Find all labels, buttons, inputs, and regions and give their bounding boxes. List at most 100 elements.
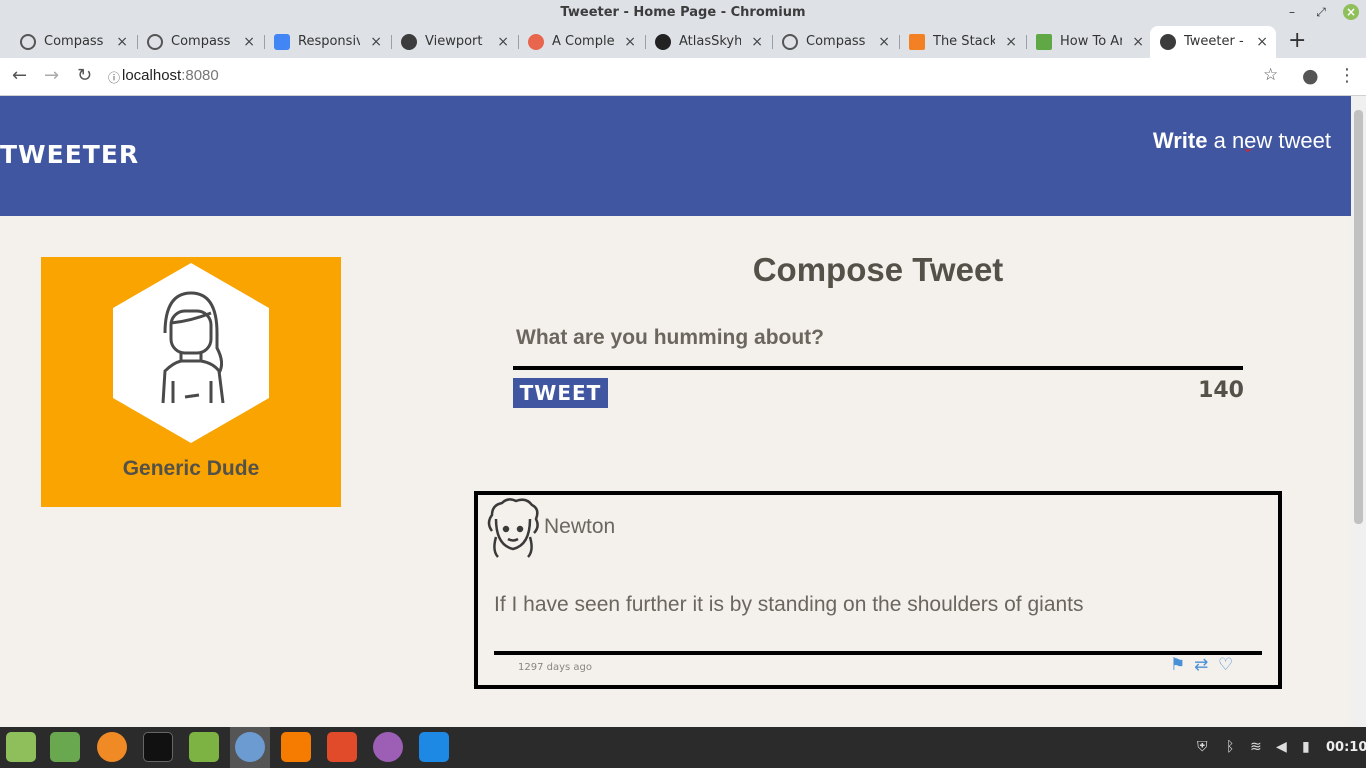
tab-how-to[interactable]: How To Ar ×: [1026, 28, 1152, 56]
tab-viewport[interactable]: Viewport ×: [391, 28, 517, 56]
compose-title: Compose Tweet: [752, 251, 1004, 288]
shield-icon[interactable]: ⛨: [1197, 739, 1208, 755]
window-titlebar: Tweeter - Home Page - Chromium – ⤢ ×: [0, 0, 1366, 26]
write-bold: Write: [1152, 128, 1208, 153]
tab-label: Compass |: [806, 34, 868, 49]
info-icon: ⓘ: [108, 71, 121, 85]
compass-icon: [782, 34, 798, 50]
tab-tweeter[interactable]: Tweeter - ×: [1150, 26, 1276, 58]
menu-kebab-icon[interactable]: ⋮: [1338, 65, 1356, 86]
wifi-icon[interactable]: ≋: [1250, 739, 1262, 755]
user-avatar-icon: [161, 291, 225, 404]
github-icon: [655, 34, 671, 50]
close-tab-icon[interactable]: ×: [116, 28, 128, 56]
tab-responsive[interactable]: Responsive ×: [264, 28, 390, 56]
tab-label: The Stack: [933, 34, 995, 49]
tweet-textarea[interactable]: What are you humming about?: [513, 324, 1243, 370]
terminal-icon[interactable]: [143, 732, 173, 762]
site-nav: TWEETER Write a new tweet ⌄: [0, 96, 1351, 216]
close-tab-icon[interactable]: ×: [1132, 28, 1144, 56]
globe-icon: [401, 34, 417, 50]
tweet-handle: Newton: [544, 515, 616, 538]
profile-hexagon: [113, 263, 269, 443]
bookmark-star-icon[interactable]: ☆: [1263, 65, 1278, 85]
css-tricks-icon: [528, 34, 544, 50]
tweet-age: 1297 days ago: [518, 662, 593, 673]
tweet-divider: [494, 651, 1262, 655]
volume-icon[interactable]: ◀: [1276, 739, 1287, 755]
tab-strip: Compass | × Compass | × Responsive × Viewpo…: [0, 26, 1366, 58]
firefox-icon[interactable]: [97, 732, 127, 762]
tab-label: Compass |: [44, 34, 106, 49]
tab-label: AtlasSkyhc: [679, 34, 741, 49]
tweet-button[interactable]: TWEET: [513, 378, 608, 408]
tab-the-stack[interactable]: The Stack ×: [899, 28, 1025, 56]
tab-label: Tweeter -: [1184, 34, 1244, 49]
compass-icon: [20, 34, 36, 50]
vscode-icon[interactable]: [419, 732, 449, 762]
maximize-icon[interactable]: ⤢: [1313, 4, 1329, 20]
tab-label: How To Ar: [1060, 34, 1122, 49]
close-tab-icon[interactable]: ×: [243, 28, 255, 56]
tab-compass-2[interactable]: Compass | ×: [137, 28, 263, 56]
stackoverflow-icon: [909, 34, 925, 50]
chrome-devtools-icon: [274, 34, 290, 50]
tab-label: Viewport: [425, 34, 483, 49]
site-logo[interactable]: TWEETER: [0, 140, 139, 169]
taskbar: ⛨ ᛒ ≋ ◀ ▮ 00:10: [0, 727, 1366, 768]
close-tab-icon[interactable]: ×: [497, 28, 509, 56]
chevron-down-icon[interactable]: ⌄: [1242, 140, 1254, 156]
heart-icon[interactable]: ♡: [1218, 655, 1242, 675]
close-tab-icon[interactable]: ×: [878, 28, 890, 56]
tweet-actions: ⚑ ⇄ ♡: [1170, 655, 1242, 675]
tweet-content: If I have seen further it is by standing…: [494, 593, 1084, 616]
profile-name: Generic Dude: [122, 457, 260, 480]
account-icon[interactable]: ●: [1302, 65, 1319, 87]
url-host: localhost: [122, 67, 182, 84]
tab-label: A Complete: [552, 34, 614, 49]
clock[interactable]: 00:10: [1326, 740, 1366, 755]
brave-icon[interactable]: [327, 732, 357, 762]
close-tab-icon[interactable]: ×: [370, 28, 382, 56]
show-desktop-icon[interactable]: [50, 732, 80, 762]
close-tab-icon[interactable]: ×: [751, 28, 763, 56]
close-tab-icon[interactable]: ×: [624, 28, 636, 56]
new-tab-button[interactable]: +: [1288, 28, 1306, 53]
mint-menu-icon[interactable]: [6, 732, 36, 762]
profile-card: Generic Dude: [41, 257, 341, 507]
scrollbar-thumb[interactable]: [1354, 110, 1363, 524]
tab-compass-1[interactable]: Compass | ×: [10, 28, 136, 56]
window-title: Tweeter - Home Page - Chromium: [560, 5, 806, 20]
tweet-card: Newton If I have seen further it is by s…: [474, 491, 1282, 689]
flag-icon[interactable]: ⚑: [1170, 655, 1194, 675]
podcasts-icon[interactable]: [373, 732, 403, 762]
close-tab-icon[interactable]: ×: [1256, 26, 1268, 58]
media-player-icon[interactable]: [281, 732, 311, 762]
minimize-icon[interactable]: –: [1284, 4, 1300, 20]
character-counter: 140: [1198, 378, 1244, 403]
tab-a-complete[interactable]: A Complete ×: [518, 28, 644, 56]
tab-atlasskyhc[interactable]: AtlasSkyhc ×: [645, 28, 771, 56]
url-port: :8080: [181, 67, 219, 84]
forward-icon[interactable]: →: [44, 65, 59, 86]
retweet-icon[interactable]: ⇄: [1194, 655, 1218, 675]
address-bar[interactable]: ⓘ localhost:8080: [108, 67, 219, 85]
tab-label: Responsive: [298, 34, 360, 49]
chromium-icon[interactable]: [235, 732, 265, 762]
digitalocean-icon: [1036, 34, 1052, 50]
write-rest: a new tweet: [1207, 128, 1331, 153]
close-window-icon[interactable]: ×: [1343, 4, 1359, 20]
page-scrollbar[interactable]: [1351, 96, 1366, 727]
reload-icon[interactable]: ↻: [77, 65, 92, 86]
tweet-avatar-icon: [487, 498, 539, 558]
page-viewport: TWEETER Write a new tweet ⌄ Generic Dude…: [0, 96, 1351, 727]
compass-icon: [147, 34, 163, 50]
tab-label: Compass |: [171, 34, 233, 49]
bluetooth-icon[interactable]: ᛒ: [1226, 739, 1234, 755]
browser-toolbar: ← → ↻ ⓘ localhost:8080 ☆ ● ⋮: [0, 58, 1366, 96]
back-icon[interactable]: ←: [12, 65, 27, 86]
files-icon[interactable]: [189, 732, 219, 762]
close-tab-icon[interactable]: ×: [1005, 28, 1017, 56]
battery-icon[interactable]: ▮: [1302, 739, 1310, 755]
tab-compass-3[interactable]: Compass | ×: [772, 28, 898, 56]
